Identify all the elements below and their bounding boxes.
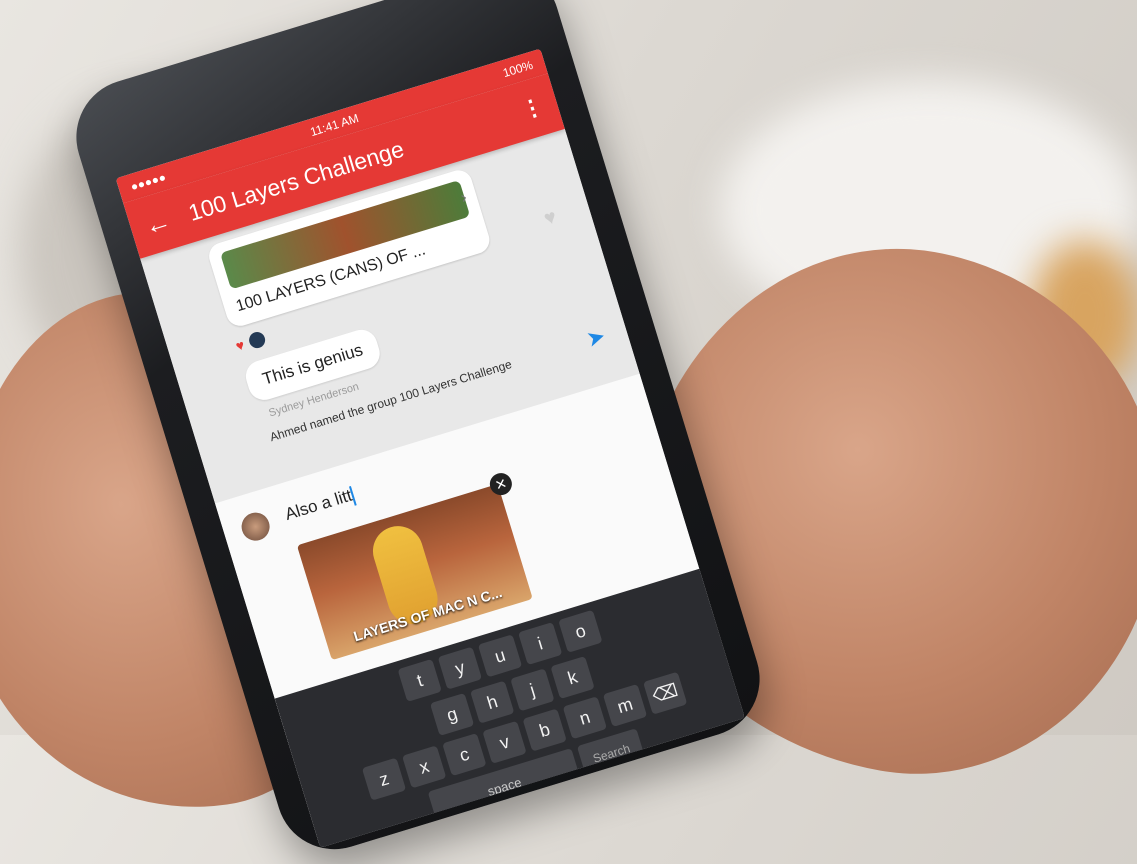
user-avatar: [238, 509, 274, 545]
key-x[interactable]: x: [402, 745, 447, 789]
message-input[interactable]: Also a litt: [283, 485, 357, 525]
back-arrow-icon[interactable]: ←: [141, 204, 175, 241]
key-y[interactable]: y: [437, 646, 483, 690]
key-k[interactable]: k: [550, 656, 595, 700]
heart-reaction-icon: ♥: [233, 336, 247, 355]
key-h[interactable]: h: [470, 680, 515, 724]
search-key[interactable]: Search: [576, 728, 647, 779]
key-j[interactable]: j: [510, 668, 555, 712]
backspace-icon[interactable]: ⌫: [642, 671, 688, 715]
key-n[interactable]: n: [562, 696, 608, 740]
chevron-right-icon: ›: [458, 188, 469, 207]
reactor-avatar: [247, 329, 268, 350]
key-i[interactable]: i: [518, 622, 563, 666]
message-input-text: Also a litt: [282, 485, 355, 525]
key-b[interactable]: b: [522, 708, 567, 752]
heart-outline-icon[interactable]: ♥: [541, 206, 559, 231]
key-m[interactable]: m: [602, 683, 648, 727]
key-z[interactable]: z: [361, 757, 407, 801]
key-c[interactable]: c: [442, 733, 487, 777]
key-t[interactable]: t: [397, 658, 442, 702]
key-o[interactable]: o: [558, 609, 603, 653]
battery-level: 100%: [501, 57, 535, 81]
key-u[interactable]: u: [477, 634, 523, 678]
key-g[interactable]: g: [429, 692, 475, 736]
key-v[interactable]: v: [482, 720, 527, 764]
